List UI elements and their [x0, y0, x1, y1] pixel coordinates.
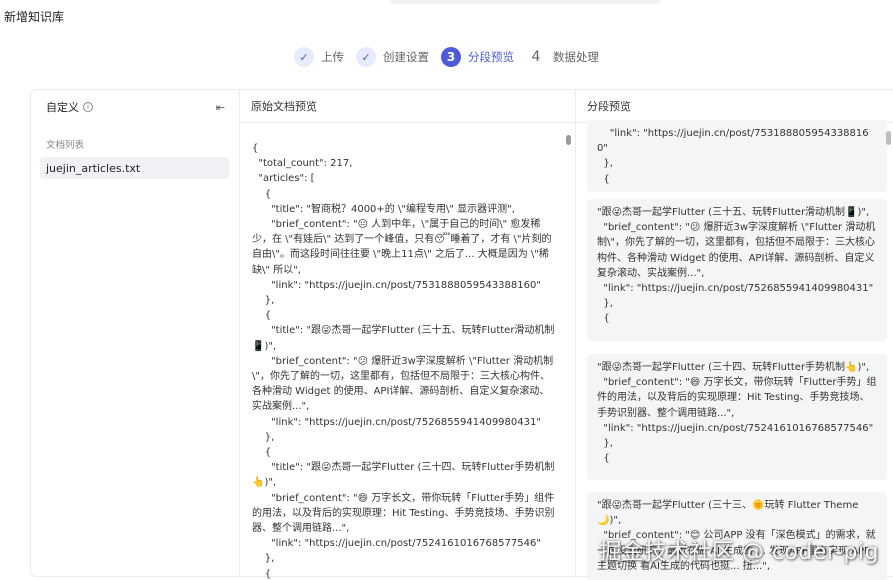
check-icon: ✓ [356, 47, 376, 67]
left-column: 自定义 i ⇤ 文档列表 juejin_articles.txt [30, 89, 240, 577]
left-header: 自定义 i ⇤ [30, 89, 239, 125]
top-scroll-hint [390, 0, 660, 4]
step-number: 4 [531, 49, 541, 65]
step-label: 数据处理 [553, 50, 599, 64]
step-label: 创建设置 [383, 50, 429, 64]
raw-preview-title: 原始文档预览 [240, 89, 575, 123]
step-data-processing[interactable]: 4 数据处理 [526, 47, 599, 67]
scrollbar[interactable] [886, 131, 891, 145]
step-label: 分段预览 [468, 50, 514, 64]
check-icon: ✓ [294, 47, 314, 67]
doc-list-item[interactable]: juejin_articles.txt [40, 157, 229, 179]
segment-preview-column: 分段预览 "link": "https://juejin.cn/post/753… [576, 89, 893, 580]
step-number: 3 [441, 47, 461, 67]
segment-card[interactable]: "跟😜杰哥一起学Flutter (三十五、玩转Flutter滑动机制📱)", "… [587, 199, 887, 341]
segment-card[interactable]: "link": "https://juejin.cn/post/75318880… [587, 120, 887, 192]
step-segment-preview[interactable]: 3 分段预览 [441, 47, 514, 67]
raw-preview-column: 原始文档预览 { "total_count": 217, "articles":… [240, 89, 576, 580]
step-label: 上传 [321, 50, 344, 64]
scrollbar[interactable] [566, 135, 571, 145]
step-indicator: ✓ 上传 ✓ 创建设置 3 分段预览 4 数据处理 [0, 44, 893, 70]
watermark: 掘金技术社区 @ coder-pig [599, 540, 879, 565]
segment-preview-title: 分段预览 [576, 89, 893, 123]
custom-title: 自定义 [46, 101, 79, 114]
raw-document-text: { "total_count": 217, "articles": [ { "t… [252, 143, 555, 580]
step-create-settings[interactable]: ✓ 创建设置 [356, 47, 429, 67]
doc-list-label: 文档列表 [46, 140, 85, 151]
info-icon[interactable]: i [83, 102, 93, 112]
segment-card[interactable]: "跟😜杰哥一起学Flutter (三十四、玩转Flutter手势机制👆)", "… [587, 354, 887, 480]
collapse-icon[interactable]: ⇤ [216, 101, 225, 114]
top-bar: 新增知识库 [0, 0, 893, 40]
page-title: 新增知识库 [4, 10, 65, 24]
step-upload[interactable]: ✓ 上传 [294, 47, 344, 67]
